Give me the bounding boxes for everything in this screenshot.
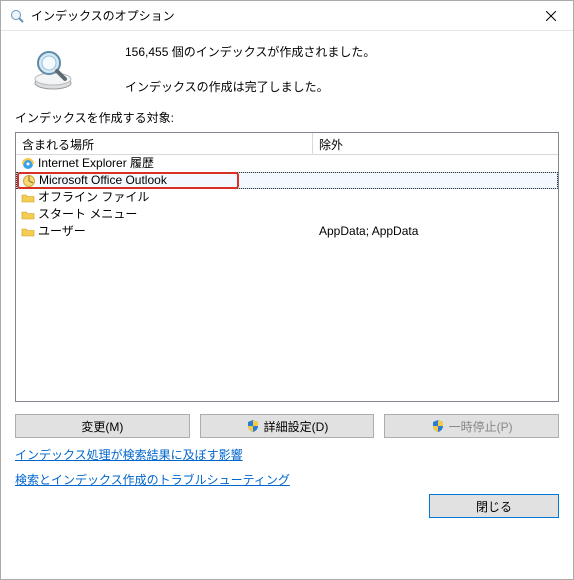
advanced-button[interactable]: 詳細設定(D) [200,414,375,438]
list-item[interactable]: オフライン ファイル [16,189,558,206]
close-button[interactable]: 閉じる [429,494,559,518]
window-title: インデックスのオプション [31,7,528,24]
close-icon [546,11,556,21]
list-item-exclude [313,206,558,223]
column-location[interactable]: 含まれる場所 [16,133,313,154]
button-row: 変更(M) 詳細設定(D) [15,414,559,438]
bottom-row: 閉じる [15,494,559,522]
folder-icon [20,207,36,223]
shield-icon [431,419,445,433]
list-item[interactable]: ユーザー AppData; AppData [16,223,558,240]
list-item-exclude [314,173,557,188]
content-area: 156,455 個のインデックスが作成されました。 インデックスの作成は完了しま… [1,31,573,579]
list-item-label: スタート メニュー [38,206,137,223]
list-item-selected[interactable]: Microsoft Office Outlook [16,172,558,189]
outlook-icon [21,173,37,188]
modify-button[interactable]: 変更(M) [15,414,190,438]
column-exclude[interactable]: 除外 [313,133,558,154]
list-item-exclude [313,189,558,206]
list-item[interactable]: Internet Explorer 履歴 [16,155,558,172]
list-body: Internet Explorer 履歴 Microsoft Office Ou… [16,155,558,401]
pause-button: 一時停止(P) [384,414,559,438]
folder-icon [20,190,36,206]
list-header: 含まれる場所 除外 [16,133,558,155]
list-item-label: Internet Explorer 履歴 [38,155,154,172]
titlebar: インデックスのオプション [1,1,573,31]
status-text: 156,455 個のインデックスが作成されました。 インデックスの作成は完了しま… [89,41,375,95]
folder-icon [20,224,36,240]
ie-icon [20,156,36,172]
shield-icon [246,419,260,433]
status-complete: インデックスの作成は完了しました。 [125,78,375,95]
list-item-label: ユーザー [38,223,86,240]
link-troubleshoot[interactable]: 検索とインデックス作成のトラブルシューティング [15,471,559,488]
list-item-exclude: AppData; AppData [313,223,558,240]
window-close-button[interactable] [528,1,573,30]
list-item-label: Microsoft Office Outlook [39,173,167,188]
list-item-exclude [313,155,558,172]
list-item-label: オフライン ファイル [38,189,149,206]
list-item[interactable]: スタート メニュー [16,206,558,223]
target-label: インデックスを作成する対象: [15,109,559,126]
app-icon [9,8,25,24]
status-count: 156,455 個のインデックスが作成されました。 [125,43,375,60]
indexing-options-window: インデックスのオプション 156,455 個のインデックスが作成されました。 [0,0,574,580]
index-status-icon [29,45,77,93]
locations-list: 含まれる場所 除外 Internet Explorer 履歴 [15,132,559,402]
link-impact[interactable]: インデックス処理が検索結果に及ぼす影響 [15,446,559,463]
